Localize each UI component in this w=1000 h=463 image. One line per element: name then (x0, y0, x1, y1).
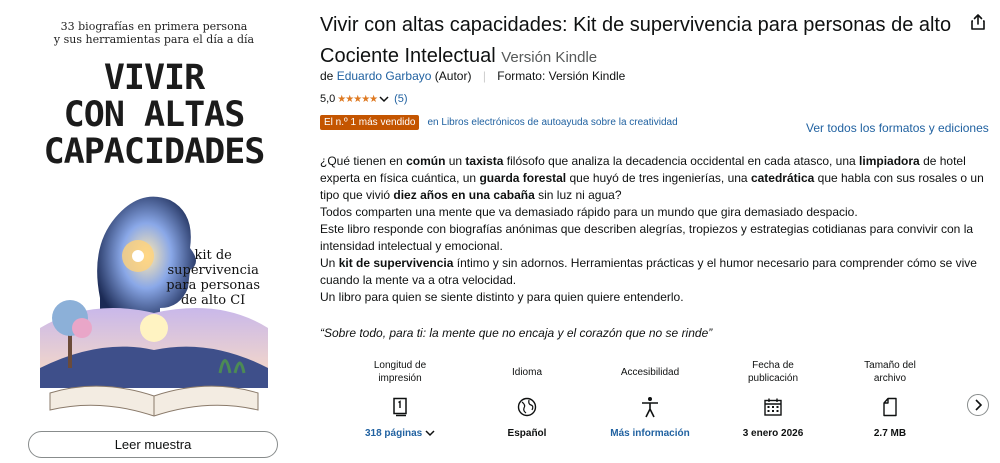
all-formats-link[interactable]: Ver todos los formatos y ediciones (806, 121, 989, 135)
chevron-down-icon[interactable] (379, 95, 389, 103)
author-link[interactable]: Eduardo Garbayo (337, 69, 432, 83)
share-icon (971, 14, 985, 30)
bestseller-badge[interactable]: El n.º 1 más vendido (320, 115, 420, 130)
rating-value: 5,0 (320, 93, 336, 105)
rating-count-link[interactable]: (5) (394, 93, 407, 105)
attribute-print-length: Longitud de impresión 318 páginas (345, 358, 455, 439)
attributes-next-button[interactable] (967, 394, 989, 416)
file-icon (835, 392, 945, 422)
description-paragraph: Este libro responde con biografías anóni… (320, 222, 974, 253)
attribute-value-language: Español (507, 428, 547, 439)
attribute-label: Accesibilidad (620, 366, 680, 378)
read-sample-button[interactable]: Leer muestra (28, 431, 278, 458)
description-paragraph: Un libro para quien se siente distinto y… (320, 290, 684, 304)
product-description: ¿Qué tienen en común un taxista filósofo… (320, 153, 985, 306)
product-title-block: Vivir con altas capacidades: Kit de supe… (320, 10, 960, 73)
product-title: Vivir con altas capacidades: Kit de supe… (320, 14, 952, 67)
byline: de Eduardo Garbayo (Autor) | Formato: Ve… (320, 69, 625, 83)
description-paragraph: Todos comparten una mente que va demasia… (320, 205, 858, 219)
attribute-value-pages[interactable]: 318 páginas (345, 428, 455, 439)
product-attributes: Longitud de impresión 318 páginas Idioma… (345, 358, 965, 448)
chevron-right-icon (975, 399, 982, 411)
accessibility-more-info-link[interactable]: Más información (595, 428, 705, 439)
by-prefix: de (320, 69, 334, 83)
attribute-value-file-size: 2.7 MB (873, 428, 907, 439)
cover-subtitle: 33 biografías en primera persona y sus h… (53, 20, 255, 46)
description-quote: “Sobre todo, para ti: la mente que no en… (320, 326, 713, 340)
bestseller-category-link[interactable]: en Libros electrónicos de autoayuda sobr… (427, 117, 677, 128)
format-label: Formato: (497, 69, 546, 83)
format-value: Versión Kindle (548, 69, 626, 83)
star-rating-icon[interactable]: ★★★★★ (337, 94, 378, 105)
share-button[interactable] (963, 7, 993, 37)
attribute-label: Longitud de impresión (373, 360, 427, 384)
description-paragraph: Un kit de supervivencia íntimo y sin ado… (320, 256, 977, 287)
calendar-icon (718, 392, 828, 422)
book-pages-icon (345, 392, 455, 422)
byline-divider: | (482, 69, 486, 83)
rating-row: 5,0 ★★★★★ (5) (320, 93, 408, 105)
attribute-label: Idioma (511, 366, 542, 378)
book-cover[interactable]: 33 biografías en primera persona y sus h… (30, 10, 278, 426)
chevron-down-icon (425, 430, 435, 437)
attribute-publication-date: Fecha de publicación 3 enero 2026 (718, 358, 828, 439)
attribute-file-size: Tamaño del archivo 2.7 MB (835, 358, 945, 439)
cover-kit-text: kit de supervivencia para personas de al… (166, 248, 260, 308)
accessibility-person-icon (595, 392, 705, 422)
attribute-value-date: 3 enero 2026 (742, 428, 804, 439)
attribute-label: Fecha de publicación (747, 360, 799, 384)
product-edition: Versión Kindle (501, 49, 598, 66)
globe-icon (472, 392, 582, 422)
attribute-label: Tamaño del archivo (864, 360, 916, 384)
bestseller-row: El n.º 1 más vendido en Libros electróni… (320, 115, 678, 130)
cover-title: VIVIR CON ALTAS CAPACIDADES (43, 58, 266, 172)
attribute-accessibility: Accesibilidad Más información (595, 358, 705, 440)
description-paragraph: ¿Qué tienen en común un taxista filósofo… (320, 154, 984, 202)
author-role: (Autor) (434, 69, 472, 83)
attribute-language: Idioma Español (472, 358, 582, 440)
